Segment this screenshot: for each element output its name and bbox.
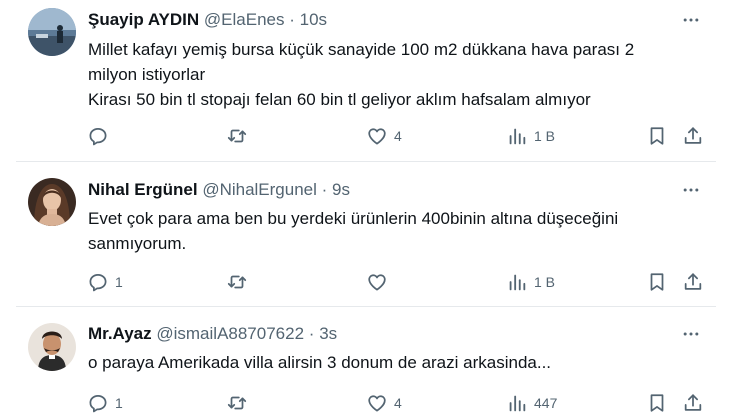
more-icon[interactable]: [680, 10, 702, 30]
like-button[interactable]: 4: [366, 124, 402, 148]
tweet-text: Millet kafayı yemiş bursa küçük sanayide…: [88, 37, 690, 112]
username[interactable]: @NihalErgunel: [202, 180, 317, 199]
repost-button[interactable]: [226, 391, 254, 415]
reply-icon: [87, 125, 109, 147]
like-count: 4: [394, 128, 402, 144]
tweet[interactable]: Nihal Ergünel @NihalErgunel · 9s Evet ço…: [0, 162, 730, 305]
bookmark-icon: [646, 125, 668, 147]
bookmark-icon: [646, 392, 668, 414]
username[interactable]: @ElaEnes: [204, 10, 285, 29]
like-icon: [366, 125, 388, 147]
repost-button[interactable]: [226, 124, 254, 148]
repost-icon: [226, 392, 248, 414]
tweet-text-line: sanmıyorum.: [88, 234, 187, 253]
views-icon: [506, 392, 528, 414]
tweet-text: o paraya Amerikada villa alirsin 3 donum…: [88, 350, 690, 375]
avatar[interactable]: [28, 178, 76, 226]
share-icon: [682, 271, 704, 293]
tweet-text-line: Kirası 50 bin tl stopajı felan 60 bin tl…: [88, 90, 591, 109]
reply-count: 1: [115, 274, 123, 290]
separator: ·: [308, 324, 315, 343]
separator: ·: [289, 10, 295, 29]
tweet-header: Şuayip AYDIN @ElaEnes · 10s: [88, 10, 327, 30]
timestamp[interactable]: 10s: [300, 10, 327, 29]
bookmark-button[interactable]: [646, 124, 668, 148]
display-name[interactable]: Mr.Ayaz: [88, 324, 152, 343]
tweet-text-line: Millet kafayı yemiş bursa küçük sanayide…: [88, 40, 635, 59]
username[interactable]: @ismailA88707622: [156, 324, 304, 343]
repost-icon: [226, 271, 248, 293]
views-button[interactable]: 1 B: [506, 270, 555, 294]
like-icon: [366, 392, 388, 414]
share-button[interactable]: [682, 124, 704, 148]
tweet-actions: 1 4 447: [0, 391, 730, 415]
timestamp[interactable]: 3s: [319, 324, 337, 343]
display-name[interactable]: Şuayip AYDIN: [88, 10, 199, 29]
tweet-text-line: Evet çok para ama ben bu yerdeki ürünler…: [88, 209, 619, 228]
repost-button[interactable]: [226, 270, 254, 294]
reply-icon: [87, 271, 109, 293]
like-icon: [366, 271, 388, 293]
timestamp[interactable]: 9s: [332, 180, 350, 199]
reply-button[interactable]: [87, 124, 115, 148]
more-icon[interactable]: [680, 324, 702, 344]
views-button[interactable]: 447: [506, 391, 557, 415]
tweet-text-line: milyon istiyorlar: [88, 65, 206, 84]
tweet-text: Evet çok para ama ben bu yerdeki ürünler…: [88, 206, 690, 256]
tweet[interactable]: Şuayip AYDIN @ElaEnes · 10s Millet kafay…: [0, 0, 730, 160]
tweet-text-line: o paraya Amerikada villa alirsin 3 donum…: [88, 353, 552, 372]
avatar[interactable]: [28, 8, 76, 56]
bookmark-button[interactable]: [646, 270, 668, 294]
like-button[interactable]: [366, 270, 394, 294]
display-name[interactable]: Nihal Ergünel: [88, 180, 198, 199]
avatar[interactable]: [28, 323, 76, 371]
tweet-actions: 4 1 B: [0, 124, 730, 148]
reply-button[interactable]: 1: [87, 270, 123, 294]
like-button[interactable]: 4: [366, 391, 402, 415]
views-icon: [506, 271, 528, 293]
separator: ·: [321, 180, 328, 199]
view-count: 447: [534, 395, 558, 411]
reply-count: 1: [115, 395, 123, 411]
more-icon[interactable]: [680, 180, 702, 200]
view-count: 1 B: [534, 128, 556, 144]
view-count: 1 B: [534, 274, 556, 290]
repost-icon: [226, 125, 248, 147]
reply-button[interactable]: 1: [87, 391, 123, 415]
tweet-header: Nihal Ergünel @NihalErgunel · 9s: [88, 180, 350, 200]
tweet-header: Mr.Ayaz @ismailA88707622 · 3s: [88, 324, 337, 344]
tweet-actions: 1 1 B: [0, 270, 730, 294]
tweet[interactable]: Mr.Ayaz @ismailA88707622 · 3s o paraya A…: [0, 307, 730, 420]
share-icon: [682, 392, 704, 414]
views-button[interactable]: 1 B: [506, 124, 555, 148]
share-button[interactable]: [682, 391, 704, 415]
like-count: 4: [394, 395, 402, 411]
bookmark-button[interactable]: [646, 391, 668, 415]
share-button[interactable]: [682, 270, 704, 294]
views-icon: [506, 125, 528, 147]
bookmark-icon: [646, 271, 668, 293]
share-icon: [682, 125, 704, 147]
reply-icon: [87, 392, 109, 414]
